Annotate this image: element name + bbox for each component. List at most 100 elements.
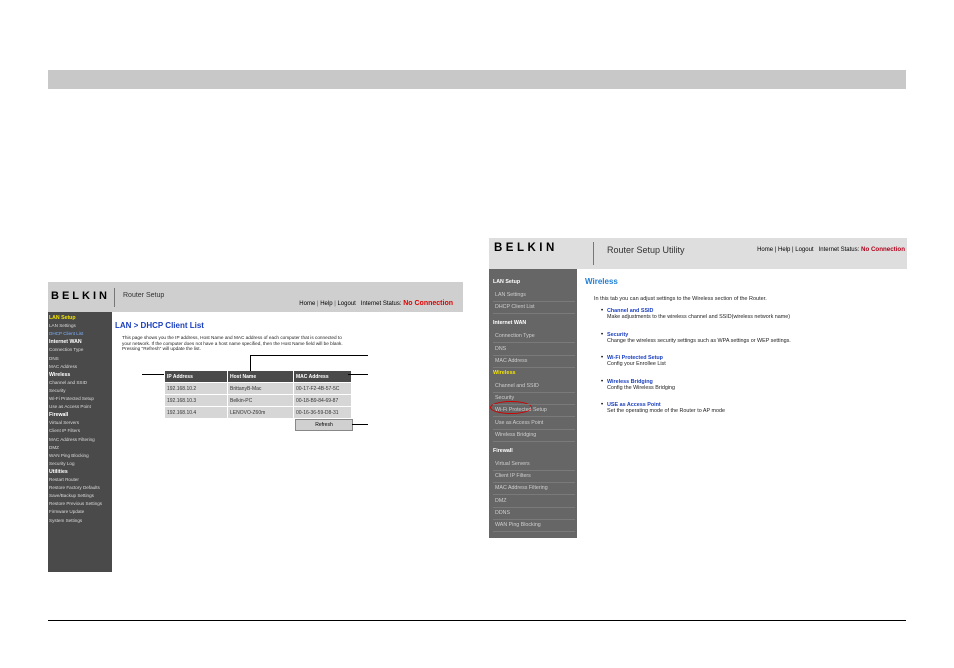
main-content: Wireless In this tab you can adjust sett…: [577, 269, 907, 538]
sidebar-item[interactable]: DDNS: [495, 510, 510, 516]
nav-separator: |: [334, 301, 336, 307]
sidebar-item[interactable]: MAC Address Filtering: [49, 437, 95, 443]
sidebar-item[interactable]: Security Log: [49, 461, 75, 467]
sidebar-rule: [493, 494, 575, 496]
sidebar-item[interactable]: MAC Address: [495, 358, 527, 364]
sidebar-rule: [493, 518, 575, 520]
callout-line-host: [250, 355, 251, 371]
table-cell: 00-16-36-59-D8-31: [293, 406, 352, 419]
sidebar-item[interactable]: Security: [49, 388, 66, 394]
bullet-icon: •: [601, 402, 604, 408]
internet-status-value: No Connection: [861, 246, 905, 253]
table-cell: 192.168.10.3: [164, 394, 228, 407]
refresh-button[interactable]: Refresh: [295, 419, 353, 431]
app-title: Router Setup: [123, 292, 165, 299]
sidebar-rule: [493, 392, 575, 393]
list-item: • Channel and SSID Make adjustments to the…: [601, 308, 790, 320]
page-description: This page shows you the IP address, Host…: [122, 335, 343, 352]
logout-link[interactable]: Logout: [337, 301, 355, 307]
list-item: • Security Change the wireless security se…: [601, 332, 791, 344]
sidebar-item[interactable]: Wi-Fi Protected Setup: [49, 396, 94, 402]
sidebar-item: Wireless: [493, 370, 516, 376]
sidebar-item[interactable]: MAC Address Filtering: [495, 485, 548, 491]
sidebar-item: LAN Setup: [49, 315, 76, 321]
sidebar-rule: [493, 506, 575, 508]
sidebar-rule: [493, 313, 575, 315]
sidebar-item[interactable]: DNS: [495, 346, 506, 352]
nav-separator: |: [792, 247, 794, 253]
sidebar-rule: [493, 342, 575, 344]
sidebar-item[interactable]: WAN Ping Blocking: [49, 453, 89, 459]
logout-link[interactable]: Logout: [795, 247, 813, 253]
item-description: Change the wireless security settings su…: [607, 337, 791, 344]
sidebar: LAN Setup LAN Settings DHCP Client List Int…: [48, 312, 112, 572]
sidebar-item[interactable]: Virtual Servers: [49, 420, 79, 426]
sidebar-item[interactable]: Channel and SSID: [495, 383, 539, 389]
sidebar-item[interactable]: DNS: [49, 356, 59, 362]
sidebar-item[interactable]: Save/Backup Settings: [49, 493, 94, 499]
table-row: 192.168.10.4 LENOVO-Z60m 00-16-36-59-D8-…: [164, 406, 352, 419]
column-header-mac: MAC Address: [293, 370, 352, 383]
sidebar-rule: [493, 531, 575, 532]
list-item: • Wi-Fi Protected Setup Config your Enroll…: [601, 355, 666, 367]
sidebar-item: Wireless: [49, 371, 71, 378]
sidebar-item: Firewall: [493, 448, 513, 454]
sidebar-item[interactable]: Connection Type: [49, 347, 83, 353]
table-cell: 00-18-B9-84-69-87: [293, 394, 352, 407]
callout-line-host: [250, 355, 368, 356]
sidebar-item[interactable]: Restart Router: [49, 477, 79, 483]
sidebar-item[interactable]: Firmware Update: [49, 509, 84, 515]
sidebar-rule: [493, 482, 575, 484]
sidebar-item: Internet WAN: [493, 320, 527, 327]
header-divider: [114, 288, 115, 307]
table-row: 192.168.10.3 Belkin-PC 00-18-B9-84-69-87: [164, 394, 352, 407]
sidebar: LAN Setup LAN Settings DHCP Client List Int…: [489, 269, 577, 538]
sidebar-rule: [493, 440, 575, 442]
header-nav: Home | Help | Logout Internet Status: No…: [757, 246, 905, 253]
sidebar-rule: [493, 404, 575, 406]
sidebar-item[interactable]: MAC Address: [49, 364, 77, 370]
router-header: BELKIN Router Setup Utility Home | Help …: [489, 238, 907, 269]
sidebar-item[interactable]: DMZ: [495, 498, 506, 504]
sidebar-item[interactable]: DHCP Client List: [49, 331, 83, 337]
internet-status-value: No Connection: [403, 300, 453, 307]
sidebar-item[interactable]: Restore Previous Settings: [49, 501, 102, 507]
sidebar-item[interactable]: Channel and SSID: [49, 380, 87, 386]
sidebar-rule: [493, 301, 575, 302]
callout-line-ip: [142, 374, 164, 375]
sidebar-item[interactable]: Use as Access Point: [49, 404, 91, 410]
sidebar-item: Internet WAN: [49, 339, 82, 346]
sidebar-item[interactable]: WAN Ping Blocking: [495, 522, 541, 528]
table-cell: 192.168.10.4: [164, 406, 228, 419]
sidebar-item[interactable]: Restore Factory Defaults: [49, 485, 100, 491]
dhcp-client-list-screenshot: BELKIN Router Setup Home | Help | Logout…: [48, 282, 463, 572]
table-cell: 192.168.10.2: [164, 382, 228, 395]
sidebar-item[interactable]: DHCP Client List: [495, 304, 535, 310]
sidebar-rule: [493, 470, 575, 471]
sidebar-item[interactable]: Wireless Bridging: [495, 432, 536, 438]
sidebar-item[interactable]: Wi-Fi Protected Setup: [495, 407, 547, 413]
sidebar-rule: [493, 428, 575, 430]
sidebar-item: Firewall: [49, 412, 69, 419]
sidebar-item[interactable]: DMZ: [49, 445, 59, 451]
table-cell: BrittanyB-Mac: [227, 382, 294, 395]
home-link[interactable]: Home: [757, 247, 773, 253]
home-link[interactable]: Home: [299, 301, 315, 307]
sidebar-item[interactable]: Virtual Servers: [495, 461, 530, 467]
help-link[interactable]: Help: [320, 301, 332, 307]
table-cell: 00-17-F2-4B-57-5C: [293, 382, 352, 395]
sidebar-item[interactable]: Use as Access Point: [495, 420, 543, 426]
sidebar-item[interactable]: Client IP Filters: [49, 428, 80, 434]
sidebar-item[interactable]: Security: [495, 395, 514, 401]
sidebar-item[interactable]: Client IP Filters: [495, 473, 531, 479]
sidebar-item[interactable]: Connection Type: [495, 333, 535, 339]
app-title: Router Setup Utility: [607, 245, 685, 255]
callout-line-refresh: [352, 424, 368, 425]
sidebar-item[interactable]: LAN Settings: [495, 292, 526, 298]
internet-status-label: Internet Status:: [360, 301, 402, 307]
sidebar-item[interactable]: System Settings: [49, 518, 82, 524]
bullet-icon: •: [601, 331, 604, 338]
sidebar-item[interactable]: LAN Settings: [49, 323, 76, 329]
help-link[interactable]: Help: [778, 247, 790, 253]
sidebar-rule: [493, 354, 575, 356]
